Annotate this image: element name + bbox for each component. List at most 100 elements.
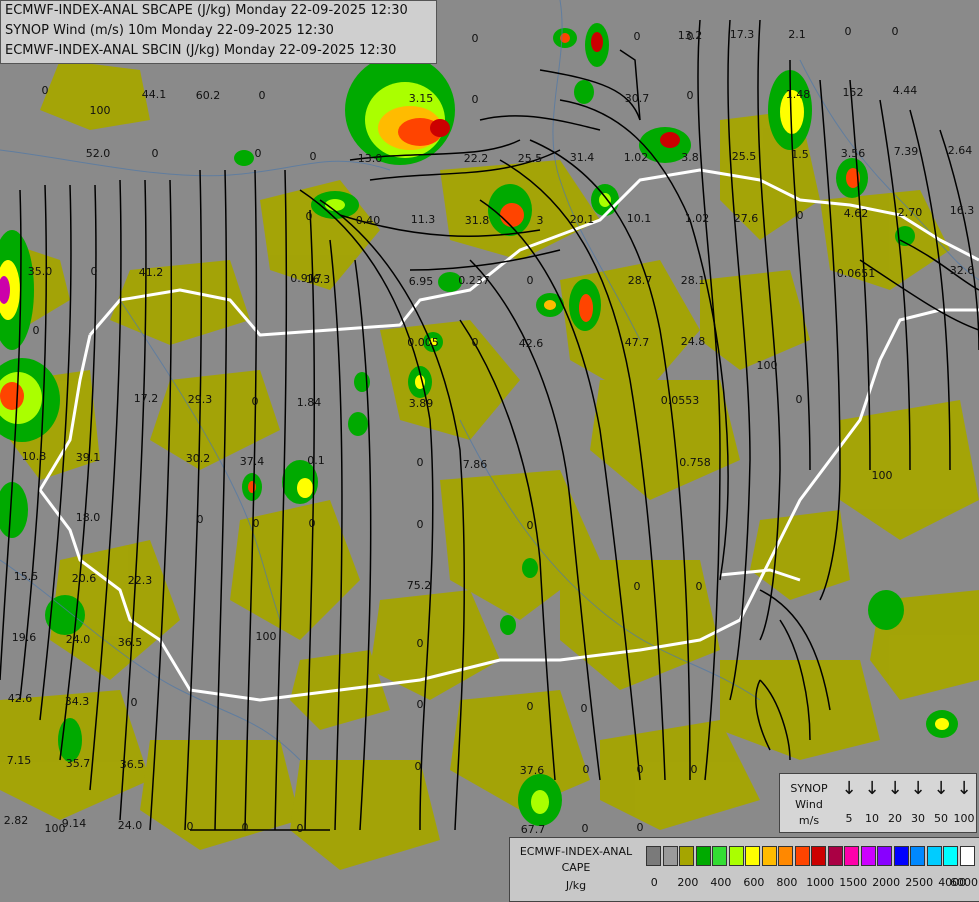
cape-tick-label: 2500 — [905, 876, 934, 889]
cape-value-label: 3 — [537, 214, 544, 227]
cape-color-swatch — [943, 846, 958, 866]
cape-value-label: 18.0 — [76, 511, 101, 524]
cape-value-label: 0.237 — [458, 274, 490, 287]
cape-tick-label: 1500 — [839, 876, 868, 889]
cape-value-label: 1.02 — [685, 212, 710, 225]
weather-map[interactable]: 0 44.1 60.2 00 0 013.2 17.3 2.1 0 010052.0 0 03.15 0… — [0, 0, 979, 900]
cape-color-swatch — [959, 846, 975, 866]
cape-tick-label: 2000 — [872, 876, 901, 889]
cape-value-label: 7.39 — [894, 145, 919, 158]
cape-value-label: 22.2 — [464, 152, 489, 165]
cape-value-label: 37.6 — [520, 764, 545, 777]
cape-value-label: 0 — [131, 696, 138, 709]
cape-legend-subtitle: CAPE — [561, 861, 591, 874]
cape-value-label: 11.3 — [411, 213, 436, 226]
synop-speed-label: 30 — [911, 812, 925, 825]
cape-legend-title: ECMWF-INDEX-ANAL — [519, 845, 633, 858]
cape-value-label: 100 — [45, 822, 66, 835]
cape-value-label: 0 — [582, 822, 589, 835]
cape-value-label: 52.0 — [86, 147, 111, 160]
cape-value-label: 0 — [42, 84, 49, 97]
wind-arrow-down-icon: ↓ — [841, 778, 857, 799]
cape-value-label: 0 — [252, 395, 259, 408]
synop-speed-label: 20 — [888, 812, 902, 825]
cape-value-label: 7.15 — [7, 754, 32, 767]
cape-value-label: 75.2 — [407, 579, 432, 592]
cape-value-label: 0.005 — [407, 336, 439, 349]
cape-value-label: 0 — [310, 150, 317, 163]
synop-legend-title: SYNOP — [790, 782, 828, 795]
cape-value-label: 2.1 — [788, 28, 806, 41]
title-line: SYNOP Wind (m/s) 10m Monday 22-09-2025 1… — [5, 23, 334, 38]
cape-value-label: 28.7 — [628, 274, 653, 287]
cape-color-swatch — [728, 846, 744, 866]
cape-value-label: 25.5 — [732, 150, 757, 163]
cape-tick-label: 800 — [776, 876, 798, 889]
cape-value-label: 28.1 — [681, 274, 706, 287]
cape-value-label: 4.62 — [844, 207, 869, 220]
cape-value-label: 0.0651 — [837, 267, 876, 280]
cape-value-label: 42.6 — [8, 692, 33, 705]
cape-value-label: 0 — [845, 25, 852, 38]
cape-value-label: 0 — [581, 702, 588, 715]
cape-value-label: 100 — [872, 469, 893, 482]
cape-value-label: 35.0 — [28, 265, 53, 278]
cape-value-label: 47.7 — [625, 336, 650, 349]
cape-color-swatch — [811, 846, 826, 866]
cape-color-swatch — [860, 846, 876, 866]
cape-value-label: 27.6 — [734, 212, 759, 225]
synop-legend-unit: m/s — [798, 814, 820, 827]
cape-color-swatch — [712, 846, 727, 866]
cape-value-label: 100 — [256, 630, 277, 643]
cape-value-label: 0 — [242, 821, 249, 834]
cape-value-label: 16.3 — [950, 204, 975, 217]
cape-tick-label: 400 — [710, 876, 732, 889]
cape-value-label: 60.2 — [196, 89, 221, 102]
cape-value-label: 34.3 — [65, 695, 90, 708]
cape-color-swatch — [679, 846, 694, 866]
cape-value-label: 0 — [472, 336, 479, 349]
cape-value-label: 15.5 — [14, 570, 39, 583]
cape-value-label: 0 — [417, 637, 424, 650]
cape-color-swatch — [778, 846, 793, 866]
cape-value-label: 2.82 — [4, 814, 29, 827]
cape-value-label: 37.4 — [240, 455, 265, 468]
synop-speed-label: 50 — [934, 812, 948, 825]
wind-arrow-down-icon: ↓ — [933, 778, 949, 799]
cape-value-label: 1.5 — [791, 148, 809, 161]
cape-value-label: 13.2 — [678, 29, 703, 42]
cape-value-label: 100 — [757, 359, 778, 372]
cape-value-label: 0.1 — [307, 454, 325, 467]
cape-value-label: 10.8 — [22, 450, 47, 463]
cape-value-label: 0 — [187, 820, 194, 833]
wind-arrow-down-icon: ↓ — [864, 778, 880, 799]
cape-tick-label: 0 — [650, 876, 658, 889]
cape-value-label: 0 — [255, 147, 262, 160]
cape-value-label: 10.1 — [627, 212, 652, 225]
cape-value-label: 0 — [152, 147, 159, 160]
cape-value-label: 0 — [797, 209, 804, 222]
cape-value-label: 0.40 — [356, 214, 381, 227]
cape-value-label: 0 — [796, 393, 803, 406]
cape-value-label: 17.3 — [730, 28, 755, 41]
cape-value-label: 31.4 — [570, 151, 595, 164]
cape-color-swatch — [910, 846, 925, 866]
cape-value-label: 100 — [90, 104, 111, 117]
cape-value-label: 0 — [91, 265, 98, 278]
cape-color-swatch — [745, 846, 760, 866]
cape-value-label: 36.5 — [120, 758, 145, 771]
cape-value-label: 1.48 — [786, 88, 811, 101]
cape-color-legend: ECMWF-INDEX-ANAL CAPE J/kg 0 200 400 600 800… — [509, 837, 979, 902]
cape-value-label: 0 — [417, 518, 424, 531]
title-line: ECMWF-INDEX-ANAL SBCIN (J/kg) Monday 22-… — [5, 43, 397, 58]
cape-value-label: 0 — [253, 517, 260, 530]
cape-value-label: 0 — [309, 517, 316, 530]
cape-color-swatch — [844, 846, 859, 866]
cape-value-label: 25.5 — [518, 152, 543, 165]
cape-value-label: 3.89 — [409, 397, 434, 410]
cape-value-label: 13.0 — [358, 152, 383, 165]
cape-value-label: 67.7 — [521, 823, 546, 836]
cape-tick-label: 200 — [677, 876, 699, 889]
cape-value-label: 0 — [259, 89, 266, 102]
cape-tick-label: 1000 — [806, 876, 835, 889]
